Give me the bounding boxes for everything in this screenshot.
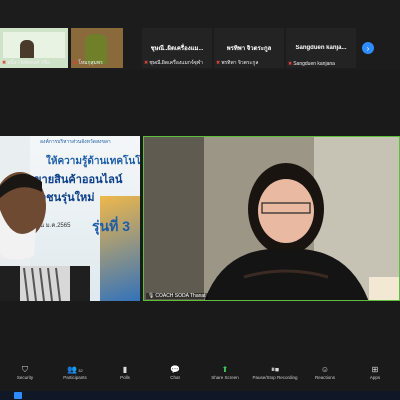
chevron-right-icon: ›	[366, 43, 370, 53]
mic-muted-icon: ✖	[216, 60, 221, 66]
security-button[interactable]: ⛉ Security	[5, 365, 45, 380]
polls-icon: ▮	[122, 365, 128, 374]
recording-button[interactable]: ⏸⏹ Pause/Stop Recording	[252, 365, 297, 380]
mic-muted-icon: ✖	[144, 60, 149, 66]
video-tile-left[interactable]: องค์การบริหารส่วนจังหวัดสงขลา ให้ความรู้…	[0, 136, 140, 301]
recording-icon: ⏸⏹	[271, 365, 279, 374]
mic-icon: 🎙	[148, 293, 155, 299]
chat-button[interactable]: 💬 Chat	[155, 365, 195, 380]
participant-name: ✖ ชุษณี.ผิดเครื่องแมกจ์จุฬา	[144, 60, 203, 66]
zoom-app-icon[interactable]	[14, 392, 22, 399]
participant-title: พรทิพา จิวตระกูล	[226, 46, 272, 52]
apps-icon: ⊞	[371, 365, 379, 374]
banner-text: องค์การบริหารส่วนจังหวัดสงขลา	[40, 139, 111, 145]
participant-name: ✖ หนึ่ง / นิทัศพงศ์ 1ชื่อ	[2, 60, 50, 66]
mic-muted-icon: ✖	[288, 61, 293, 67]
participant-thumbnail[interactable]: ✖ โหมกุสุมพร	[71, 28, 123, 68]
participant-name: ✖ Sangduen kanjana	[288, 61, 335, 67]
chat-icon: 💬	[170, 365, 180, 374]
participant-video-person	[0, 172, 90, 301]
participant-title: ชุษณี..ผิดเครื่องแม...	[150, 46, 204, 52]
mic-muted-icon: ✖	[2, 60, 7, 66]
taskbar	[0, 391, 400, 400]
participant-name: ✖ พรทิพา จิวตระกูล	[216, 60, 259, 66]
next-page-button[interactable]: ›	[362, 42, 374, 54]
reactions-button[interactable]: ☺ Reactions	[305, 365, 345, 380]
participant-name: ✖ โหมกุสุมพร	[73, 60, 103, 66]
participants-button[interactable]: 👥32 Participants	[55, 365, 95, 380]
apps-button[interactable]: ⊞ Apps	[355, 365, 395, 380]
speaker-video	[144, 137, 399, 300]
banner-text: รุ่นที่ 3	[92, 218, 130, 234]
participants-icon: 👥32	[67, 365, 83, 374]
share-screen-button[interactable]: ⬆ Share Screen	[205, 365, 245, 380]
security-icon: ⛉	[22, 365, 28, 374]
video-tile-speaker[interactable]: 🎙 COACH SODA Thanat	[143, 136, 400, 301]
participant-name: 🎙 COACH SODA Thanat	[146, 293, 208, 299]
participant-strip: ✖ หนึ่ง / นิทัศพงศ์ 1ชื่อ ✖ โหมกุสุมพร ชุษ…	[0, 0, 400, 70]
mic-muted-icon: ✖	[73, 60, 78, 66]
polls-button[interactable]: ▮ Polls	[105, 365, 145, 380]
meeting-toolbar: ⛉ Security 👥32 Participants ▮ Polls 💬 Chat ⬆…	[0, 365, 400, 389]
share-screen-icon: ⬆	[221, 365, 229, 374]
participant-title: Sangduen kanja...	[295, 45, 347, 51]
participant-thumbnail[interactable]: Sangduen kanja... ✖ Sangduen kanjana	[286, 28, 356, 68]
reactions-icon: ☺	[320, 365, 330, 374]
participant-thumbnail[interactable]: ชุษณี..ผิดเครื่องแม... ✖ ชุษณี.ผิดเครื่อง…	[142, 28, 212, 68]
participant-thumbnail[interactable]: ✖ หนึ่ง / นิทัศพงศ์ 1ชื่อ	[0, 28, 68, 68]
participant-thumbnail[interactable]: พรทิพา จิวตระกูล ✖ พรทิพา จิวตระกูล	[214, 28, 284, 68]
